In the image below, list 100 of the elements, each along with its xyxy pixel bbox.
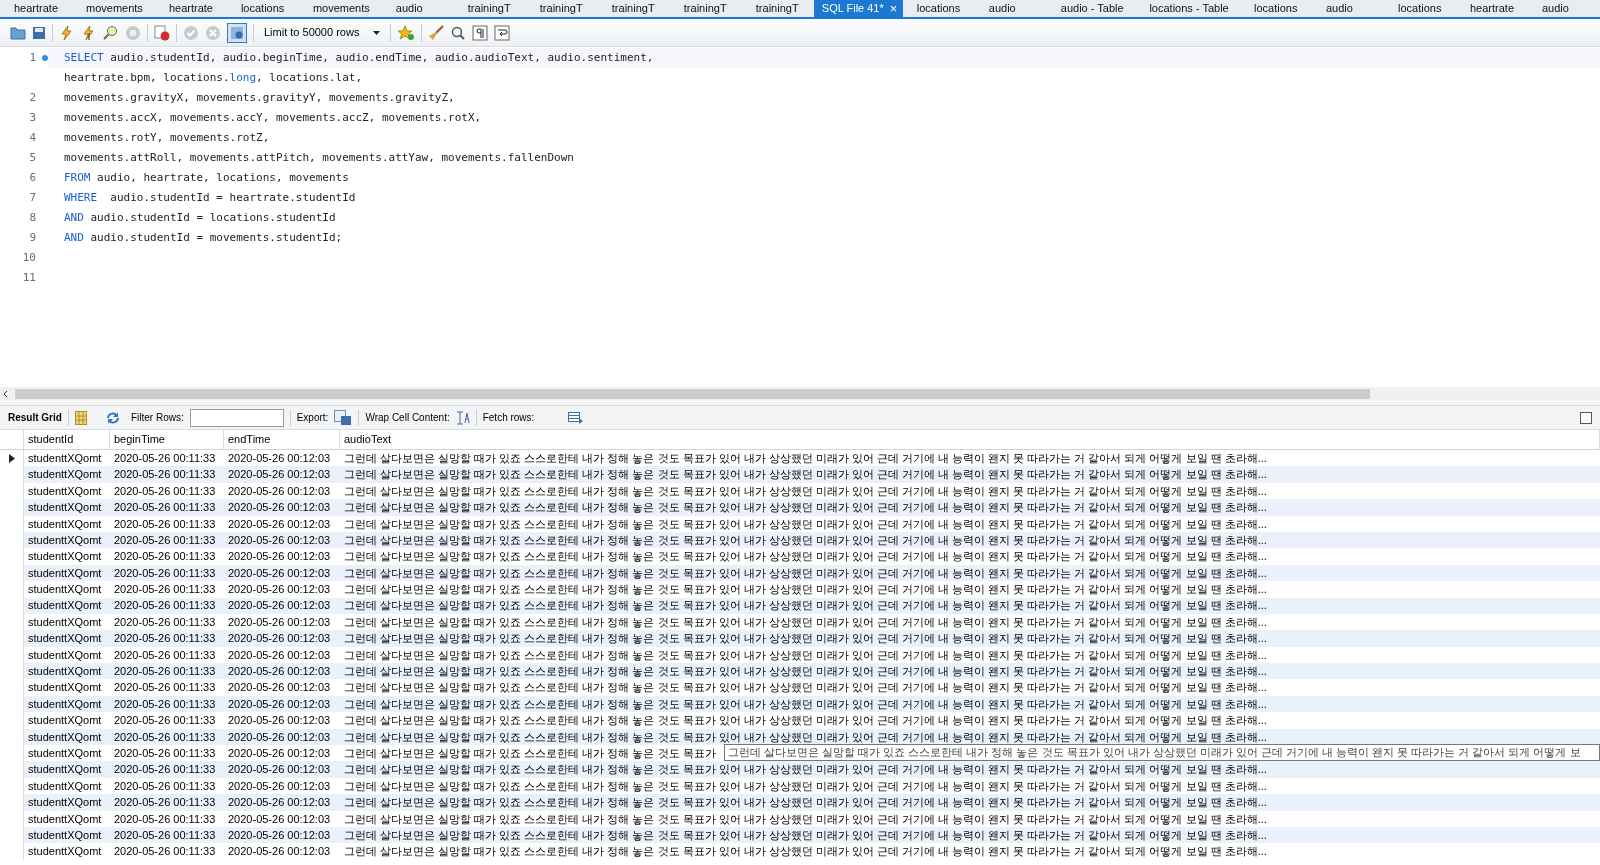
star-add-icon[interactable] <box>397 24 416 41</box>
cancel-icon[interactable] <box>205 24 221 41</box>
table-cell-text: 그런데 살다보면은 실망할 때가 있죠 스스로한테 내가 정해 놓은 것도 목표가 있어 내가 상상했던 미래가 있어 근데 거기에 내 능력이 왠지 못 따라가는 거 같아서 되게 어떻게 보일 땐 초라해... <box>343 680 1268 696</box>
lightning-icon[interactable] <box>59 24 75 41</box>
line-number: 1 <box>29 49 36 66</box>
table-cell-text: 2020-05-26 00:12:03 <box>227 811 332 827</box>
stop-icon[interactable] <box>125 24 141 41</box>
table-cell-text: studenttXQomt <box>27 483 103 499</box>
table-cell-text: studenttXQomt <box>27 844 103 860</box>
table-cell-text: 2020-05-26 00:12:03 <box>227 844 332 860</box>
filter-rows-field[interactable] <box>189 408 284 427</box>
horizontal-scrollbar[interactable] <box>15 388 1370 399</box>
editor-tab[interactable]: trainingT <box>741 0 814 17</box>
table-cell-text: 2020-05-26 00:11:33 <box>113 467 217 483</box>
panel-toggle-icon[interactable] <box>1580 411 1592 424</box>
table-cell-text: 그런데 살다보면은 실망할 때가 있죠 스스로한테 내가 정해 놓은 것도 목표가 있어 내가 상상했던 미래가 있어 근데 거기에 내 능력이 왠지 못 따라가는 거 같아서 되게 어떻게 보일 땐 초라해... <box>343 664 1268 680</box>
table-cell-text: studenttXQomt <box>27 631 103 647</box>
open-folder-icon[interactable] <box>10 25 26 40</box>
table-cell-text: 2020-05-26 00:11:33 <box>113 631 217 647</box>
editor-tab[interactable]: trainingT <box>597 0 670 17</box>
table-cell-text: 2020-05-26 00:12:03 <box>227 795 332 811</box>
editor-tab[interactable]: movements <box>298 0 382 17</box>
table-cell-text: studenttXQomt <box>27 680 103 696</box>
editor-tab[interactable]: locations <box>902 0 975 17</box>
editor-tab[interactable]: audio <box>1528 0 1600 17</box>
table-cell-text: 2020-05-26 00:12:03 <box>227 614 332 630</box>
table-cell-text: studenttXQomt <box>27 532 103 548</box>
table-cell-text: studenttXQomt <box>27 467 103 483</box>
table-cell-text: 그런데 살다보면은 실망할 때가 있죠 스스로한테 내가 정해 놓은 것도 목표가 있어 내가 상상했던 미래가 있어 근데 거기에 내 능력이 왠지 못 따라가는 거 같아서 되게 어떻게 보일 땐 초라해... <box>343 483 1268 499</box>
editor-tab[interactable]: heartrate <box>0 0 72 17</box>
table-cell-text: 그런데 살다보면은 실망할 때가 있죠 스스로한테 내가 정해 놓은 것도 목표가 있어 내가 상상했던 미래가 있어 근데 거기에 내 능력이 왠지 못 따라가는 거 같아서 되게 어떻게 보일 땐 초라해... <box>343 647 1268 663</box>
editor-tab[interactable]: SQL File 41* × <box>813 0 903 17</box>
code-line: WHERE audio.studentId = heartrate.studentId <box>64 189 356 206</box>
editor-tab[interactable]: audio <box>381 0 454 17</box>
table-cell-text: 2020-05-26 00:11:33 <box>113 614 217 630</box>
table-cell-text: 그런데 살다보면은 실망할 때가 있죠 스스로한테 내가 정해 놓은 것도 목표가 있어 내가 상상했던 미래가 있어 근데 거기에 내 능력이 왠지 못 따라가는 거 같아서 되게 어떻게 보일 땐 초라해... <box>343 795 1268 811</box>
table-cell-text: 그런데 살다보면은 실망할 때가 있죠 스스로한테 내가 정해 놓은 것도 목표가 있어 내가 상상했던 미래가 있어 근데 거기에 내 능력이 왠지 못 따라가는 거 같아서 되게 어떻게 보일 땐 초라해... <box>343 516 1268 532</box>
wrap-text-icon[interactable] <box>455 410 470 425</box>
grid-icon[interactable] <box>74 410 87 425</box>
paragraph-icon[interactable] <box>472 24 489 41</box>
table-cell-text: 그런데 살다보면은 실망할 때가 있죠 스스로한테 내가 정해 놓은 것도 목표가 있어 내가 상상했던 미래가 있어 근데 거기에 내 능력이 왠지 못 따라가는 거 같아서 되게 어떻게 보일 땐 초라해... <box>343 811 1268 827</box>
word-wrap-icon[interactable] <box>494 24 511 41</box>
table-cell-text: 2020-05-26 00:12:03 <box>227 582 332 598</box>
limit-rows-dropdown[interactable]: Limit to 50000 rows <box>260 22 385 43</box>
table-cell-text: 2020-05-26 00:12:03 <box>227 713 332 729</box>
editor-tab[interactable]: trainingT <box>453 0 526 17</box>
editor-tab[interactable]: audio - Table <box>1046 0 1136 17</box>
table-cell-text: studenttXQomt <box>27 614 103 630</box>
table-cell-text: studenttXQomt <box>27 647 103 663</box>
search-icon[interactable] <box>450 24 467 41</box>
lightning-cursor-icon[interactable] <box>81 24 97 41</box>
line-number: 6 <box>29 169 36 186</box>
editor-tab[interactable]: audio <box>1312 0 1384 17</box>
editor-tab[interactable]: audio <box>974 0 1047 17</box>
table-cell-text: studenttXQomt <box>27 598 103 614</box>
table-cell-text: studenttXQomt <box>27 450 103 466</box>
table-cell-text: 2020-05-26 00:11:33 <box>113 582 217 598</box>
table-cell-text: 그런데 살다보면은 실망할 때가 있죠 스스로한테 내가 정해 놓은 것도 목표가 있어 내가 상상했던 미래가 있어 근데 거기에 내 능력이 왠지 못 따라가는 거 같아서 되게 어떻게 보일 땐 초라해... <box>343 582 1268 598</box>
broom-icon[interactable] <box>428 24 445 41</box>
stop-on-error-icon[interactable] <box>154 24 170 41</box>
table-cell-text: 그런데 살다보면은 실망할 때가 있죠 스스로한테 내가 정해 놓은 것도 목표가 있어 내가 상상했던 미래가 있어 근데 거기에 내 능력이 왠지 못 따라가는 거 같아서 되게 어떻게 보일 땐 초라해... <box>343 500 1268 516</box>
code-line: movements.gravityX, movements.gravityY, movements.gravityZ, <box>64 89 455 106</box>
save-icon[interactable] <box>32 25 46 40</box>
toggle-autocommit-button[interactable] <box>227 22 247 43</box>
table-cell-text: 2020-05-26 00:12:03 <box>227 664 332 680</box>
check-icon[interactable] <box>183 24 199 41</box>
table-cell-text: studenttXQomt <box>27 795 103 811</box>
line-number: 3 <box>29 109 36 126</box>
editor-tab[interactable]: locations <box>1240 0 1312 17</box>
magnifier-lightning-icon[interactable] <box>103 24 119 41</box>
table-cell-text: 2020-05-26 00:12:03 <box>227 696 332 712</box>
table-cell-text: studenttXQomt <box>27 811 103 827</box>
line-number: 9 <box>29 229 36 246</box>
table-cell-text: 2020-05-26 00:12:03 <box>227 450 332 466</box>
editor-tab[interactable]: locations <box>1384 0 1456 17</box>
fetch-rows-label: Fetch rows: <box>482 411 535 425</box>
line-number: 2 <box>29 89 36 106</box>
table-cell-text: 그런데 살다보면은 실망할 때가 있죠 스스로한테 내가 정해 놓은 것도 목표가 있어 내가 상상했던 미래가 있어 근데 거기에 내 능력이 왠지 못 따라가는 거 같아서 되게 어떻게 보일 땐 초라해... <box>343 778 1268 794</box>
refresh-icon[interactable] <box>104 409 121 426</box>
editor-tab[interactable]: trainingT <box>669 0 742 17</box>
table-cell-text: 2020-05-26 00:12:03 <box>227 746 332 761</box>
table-cell-text: 그런데 살다보면은 실망할 때가 있죠 스스로한테 내가 정해 놓은 것도 목표가 있어 내가 상상했던 미래가 있어 근데 거기에 내 능력이 왠지 못 따라가는 거 같아서 되게 어떻게 보일 땐 초라해... <box>343 844 1268 860</box>
table-cell-text: studenttXQomt <box>27 746 103 761</box>
editor-tab[interactable]: heartrate <box>1456 0 1528 17</box>
fetch-rows-icon[interactable] <box>568 411 585 424</box>
editor-tab[interactable]: movements <box>72 0 155 17</box>
editor-tab[interactable]: heartrate <box>154 0 227 17</box>
table-cell-text: 2020-05-26 00:11:33 <box>113 729 217 745</box>
line-number: 4 <box>29 129 36 146</box>
table-cell-text: 2020-05-26 00:12:03 <box>227 467 332 483</box>
table-cell-text: 그런데 살다보면은 실망할 때가 있죠 스스로한테 내가 정해 놓은 것도 목표가 있어 내가 상상했던 미래가 있어 근데 거기에 내 능력이 왠지 못 따라가는 거 같아서 되게 어떻게 보일 땐 초라해... <box>343 827 1268 843</box>
table-cell-text: 2020-05-26 00:11:33 <box>113 532 217 548</box>
close-tab-button[interactable]: × <box>889 2 898 15</box>
editor-tab[interactable]: locations - Table <box>1135 0 1240 17</box>
line-number: 7 <box>29 189 36 206</box>
table-cell-text: 2020-05-26 00:11:33 <box>113 483 217 499</box>
table-cell-text: 그런데 살다보면은 실망할 때가 있죠 스스로한테 내가 정해 놓은 것도 목표가 있어 내가 상상했던 미래가 있어 근데 거기에 내 능력이 왠지 못 따라가는 거 같아서 되게 어떻게 보일 땐 초라해... <box>343 762 1268 778</box>
editor-tab[interactable]: locations <box>226 0 299 17</box>
export-icon[interactable] <box>334 409 353 426</box>
editor-tab[interactable]: trainingT <box>525 0 598 17</box>
